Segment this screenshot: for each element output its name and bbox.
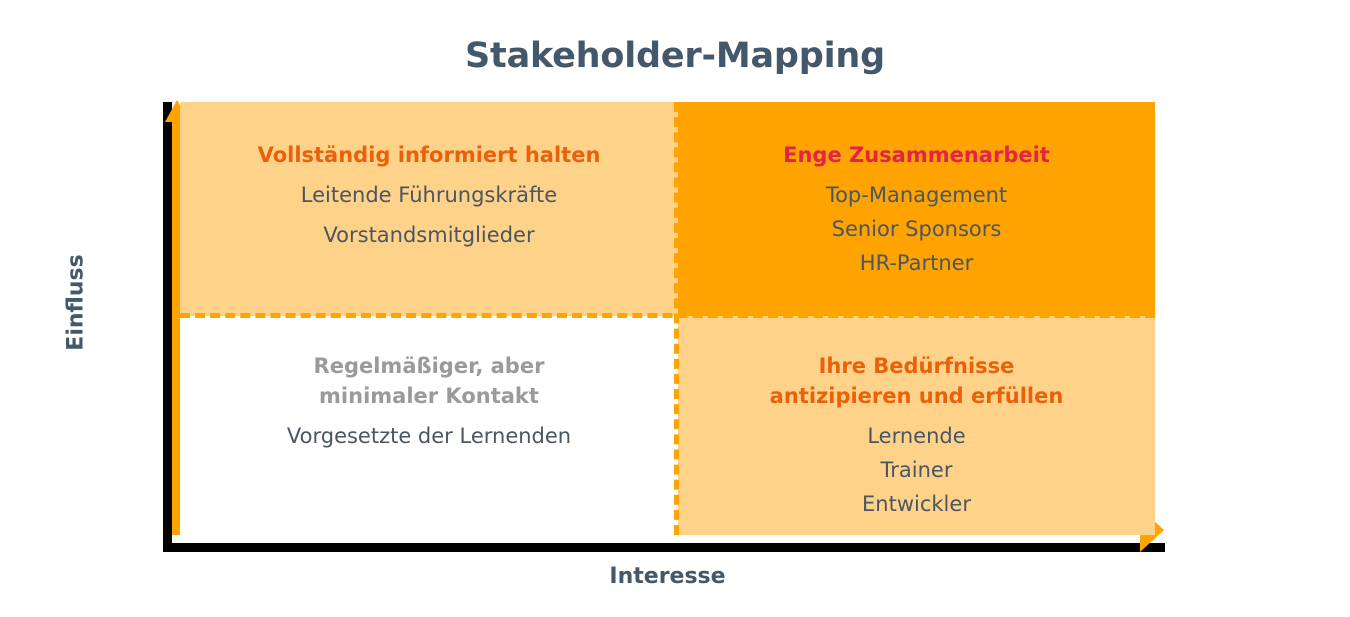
quadrant-strategy-heading: Vollständig informiert halten (257, 143, 601, 167)
stakeholder-item: Top-Management (825, 183, 1008, 207)
x-axis-label: Interesse (609, 564, 726, 589)
y-axis-shadow (163, 102, 172, 552)
stakeholder-item: Lernende (867, 424, 966, 448)
quadrant-bottom-left[interactable]: Regelmäßiger, aber minimaler Kontakt Vor… (180, 316, 678, 535)
stakeholder-item: Trainer (880, 458, 953, 482)
stakeholder-item: Senior Sponsors (831, 217, 1002, 241)
quadrant-strategy-heading: Enge Zusammenarbeit (783, 143, 1050, 167)
quadrant-top-left[interactable]: Vollständig informiert halten Leitende F… (180, 102, 678, 316)
quadrant-divider-horizontal (180, 313, 1155, 318)
x-axis-shadow (163, 543, 1165, 552)
stakeholder-item: Leitende Führungskräfte (300, 183, 558, 207)
quadrant-strategy-heading: Ihre Bedürfnisse antizipieren und erfüll… (769, 354, 1064, 408)
y-axis-label: Einfluss (63, 254, 89, 351)
page-title: Stakeholder-Mapping (465, 36, 885, 76)
quadrant-strategy-heading: Regelmäßiger, aber minimaler Kontakt (313, 354, 545, 408)
stakeholder-item: Entwickler (862, 492, 971, 516)
stakeholder-item: Vorgesetzte der Lernenden (286, 424, 572, 448)
stakeholder-item: HR-Partner (859, 251, 974, 275)
quadrant-divider-vertical (674, 102, 679, 535)
quadrant-bottom-right[interactable]: Ihre Bedürfnisse antizipieren und erfüll… (678, 316, 1155, 535)
stakeholder-matrix: Vollständig informiert halten Leitende F… (180, 102, 1155, 535)
quadrant-top-right[interactable]: Enge Zusammenarbeit Top-Management Senio… (678, 102, 1155, 316)
stakeholder-item: Vorstandsmitglieder (323, 223, 535, 247)
